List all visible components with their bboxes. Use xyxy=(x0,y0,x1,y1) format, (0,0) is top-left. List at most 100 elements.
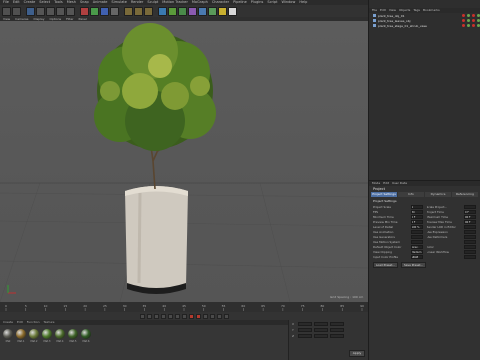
object-menu-item[interactable]: File xyxy=(372,8,377,13)
material-item[interactable]: Mat.3 xyxy=(42,329,52,356)
x-axis-icon[interactable] xyxy=(80,6,89,16)
attribute-field-value[interactable] xyxy=(464,230,476,234)
attribute-field-value[interactable]: 0 F xyxy=(464,210,476,214)
plant-pot[interactable] xyxy=(125,186,188,294)
material-item[interactable]: Mat.5 xyxy=(68,329,78,356)
previous-frame-icon[interactable] xyxy=(153,313,159,319)
position-field[interactable] xyxy=(298,334,312,338)
cube-icon[interactable] xyxy=(158,6,167,16)
subdivision-surface-icon[interactable] xyxy=(178,6,187,16)
size-field[interactable] xyxy=(314,328,328,332)
rotation-field[interactable] xyxy=(330,334,344,338)
rotate-icon[interactable] xyxy=(56,6,65,16)
live-selection-icon[interactable] xyxy=(26,6,35,16)
material-tag-icon[interactable] xyxy=(462,14,465,17)
material-tag-icon[interactable] xyxy=(472,24,475,27)
attribute-field-value[interactable]: 100 % xyxy=(410,225,423,229)
attribute-menu-item[interactable]: Edit xyxy=(383,181,389,186)
scale-key-icon[interactable] xyxy=(216,313,222,319)
move-icon[interactable] xyxy=(36,6,45,16)
rotation-key-icon[interactable] xyxy=(223,313,229,319)
render-view-icon[interactable] xyxy=(124,6,133,16)
light-icon[interactable] xyxy=(228,6,237,16)
attribute-field-value[interactable] xyxy=(464,240,476,244)
rotation-field[interactable] xyxy=(330,322,344,326)
material-item[interactable]: Mat xyxy=(3,329,13,356)
material-tag-icon[interactable] xyxy=(467,19,470,22)
object-menu-item[interactable]: Bookmarks xyxy=(423,8,440,13)
object-menu-item[interactable]: Tags xyxy=(413,8,420,13)
material-item[interactable]: Mat.4 xyxy=(55,329,65,356)
attribute-menu-item[interactable]: Mode xyxy=(372,181,380,186)
attribute-tab[interactable]: Referencing xyxy=(452,192,478,197)
scale-icon[interactable] xyxy=(46,6,55,16)
y-axis-icon[interactable] xyxy=(90,6,99,16)
attribute-tab[interactable]: Dynamics xyxy=(425,192,451,197)
object-menu-item[interactable]: View xyxy=(389,8,396,13)
spline-pen-icon[interactable] xyxy=(168,6,177,16)
attribute-field-value[interactable]: 0 F xyxy=(410,220,423,224)
position-field[interactable] xyxy=(298,322,312,326)
coordinate-system-icon[interactable] xyxy=(110,6,119,16)
material-tag-icon[interactable] xyxy=(462,19,465,22)
attribute-field-value[interactable] xyxy=(464,245,476,249)
object-menu-item[interactable]: Objects xyxy=(399,8,410,13)
attribute-field-value[interactable]: Medium xyxy=(410,250,423,254)
object-menu-item[interactable]: Edit xyxy=(380,8,386,13)
object-row[interactable]: plant_tree_stage_01_shrub_vase xyxy=(369,23,480,28)
next-frame-icon[interactable] xyxy=(167,313,173,319)
plant-foliage[interactable] xyxy=(94,23,216,151)
attribute-button[interactable]: Load Preset... xyxy=(373,262,398,268)
record-icon[interactable] xyxy=(188,313,194,319)
autokey-icon[interactable] xyxy=(195,313,201,319)
position-field[interactable] xyxy=(298,328,312,332)
redo-icon[interactable] xyxy=(12,6,21,16)
camera-icon[interactable] xyxy=(218,6,227,16)
apply-button[interactable]: Apply xyxy=(349,350,365,357)
attribute-field-value[interactable] xyxy=(464,205,476,209)
attribute-field-value[interactable]: 30 xyxy=(410,210,423,214)
next-key-icon[interactable] xyxy=(174,313,180,319)
attribute-button[interactable]: Save Preset... xyxy=(401,262,427,268)
material-tag-icon[interactable] xyxy=(472,14,475,17)
attribute-field-value[interactable]: 90 F xyxy=(464,220,476,224)
material-tag-icon[interactable] xyxy=(472,19,475,22)
attribute-tab[interactable]: Info xyxy=(398,192,424,197)
timeline[interactable]: 0 5 10 15 20 25 30 35 40 45 50 55 60 65 70 75 80 85 90 xyxy=(0,302,368,312)
undo-icon[interactable] xyxy=(2,6,11,16)
render-settings-icon[interactable] xyxy=(144,6,153,16)
go-to-end-icon[interactable] xyxy=(181,313,187,319)
previous-key-icon[interactable] xyxy=(146,313,152,319)
attribute-field-value[interactable] xyxy=(464,250,476,254)
attribute-field-value[interactable] xyxy=(464,255,476,259)
attribute-field-value[interactable] xyxy=(410,230,423,234)
attribute-tab[interactable]: Project Settings xyxy=(371,192,397,197)
z-axis-icon[interactable] xyxy=(100,6,109,16)
material-tag-icon[interactable] xyxy=(467,24,470,27)
material-item[interactable]: Mat.6 xyxy=(81,329,91,356)
attribute-field-value[interactable]: Gray-Blue xyxy=(410,245,423,249)
attribute-field-value[interactable] xyxy=(410,240,423,244)
attribute-field-value[interactable]: 90 F xyxy=(464,215,476,219)
bend-deformer-icon[interactable] xyxy=(198,6,207,16)
play-icon[interactable] xyxy=(160,313,166,319)
attribute-field-value[interactable] xyxy=(410,235,423,239)
keyframe-selection-icon[interactable] xyxy=(202,313,208,319)
attribute-field-value[interactable]: 1 xyxy=(410,205,423,209)
viewport[interactable]: Grid Spacing : 100 cm xyxy=(0,21,368,302)
attribute-field-value[interactable]: sRGB xyxy=(410,255,423,259)
size-field[interactable] xyxy=(314,334,328,338)
recent-tools-icon[interactable] xyxy=(66,6,75,16)
position-key-icon[interactable] xyxy=(209,313,215,319)
material-tag-icon[interactable] xyxy=(462,24,465,27)
attribute-field-value[interactable]: 0 F xyxy=(410,215,423,219)
render-picture-viewer-icon[interactable] xyxy=(134,6,143,16)
array-icon[interactable] xyxy=(188,6,197,16)
size-field[interactable] xyxy=(314,322,328,326)
material-tag-icon[interactable] xyxy=(467,14,470,17)
floor-icon[interactable] xyxy=(208,6,217,16)
attribute-menu-item[interactable]: User Data xyxy=(392,181,407,186)
material-item[interactable]: Mat.1 xyxy=(16,329,26,356)
attribute-field-value[interactable] xyxy=(464,235,476,239)
go-to-start-icon[interactable] xyxy=(139,313,145,319)
